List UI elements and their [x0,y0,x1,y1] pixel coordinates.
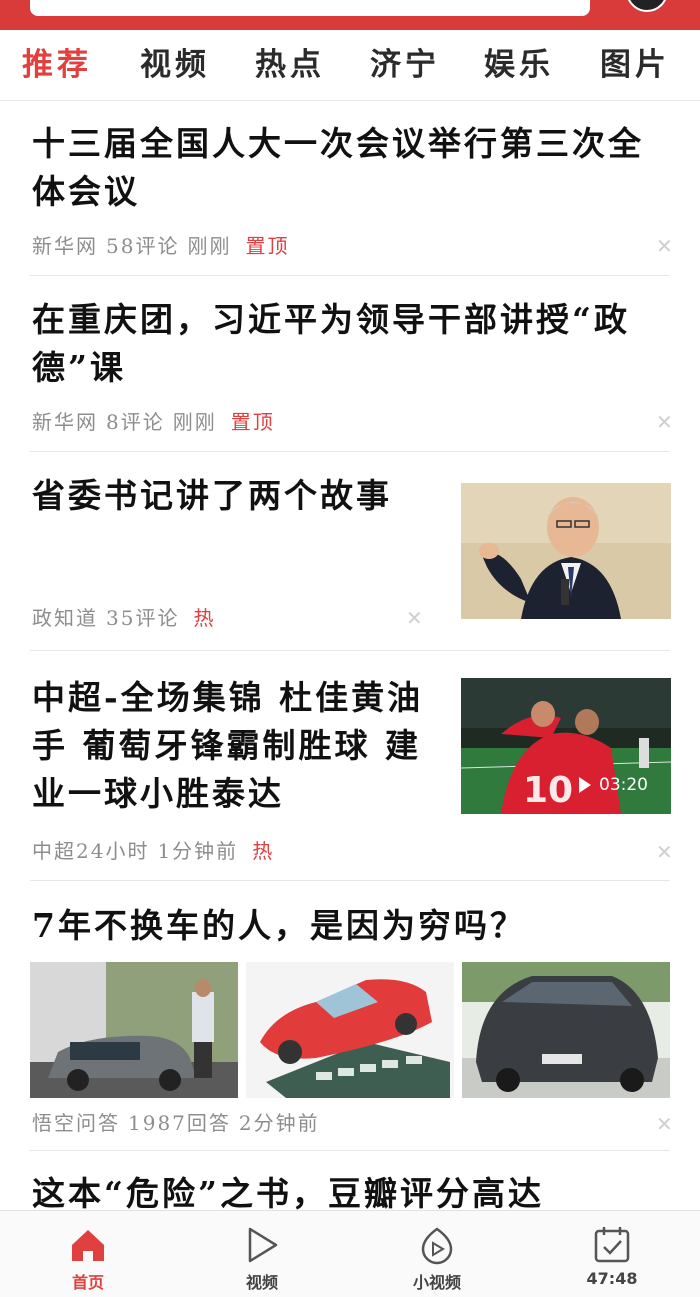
article-title[interactable]: 十三届全国人大一次会议举行第三次全体会议 [32,120,672,216]
nav-home[interactable]: 首页 [28,1211,148,1297]
article-source: 悟空问答 [32,1111,120,1135]
nav-label: 视频 [245,1273,278,1292]
article-meta: 新华网 8评论 刚刚 置顶 [32,409,283,435]
tab-video[interactable]: 视频 [140,45,210,85]
article-meta: 新华网 58评论 刚刚 置顶 [32,233,297,259]
hot-badge: 热 [193,606,216,630]
tab-recommend[interactable]: 推荐 [22,45,92,85]
article-image[interactable] [462,962,670,1098]
divider [30,650,670,651]
pinned-badge: 置顶 [245,234,290,258]
nav-small-video[interactable]: 小视频 [377,1211,497,1297]
article-comments: 58评论 [106,234,180,258]
tab-pictures[interactable]: 图片 [600,45,670,85]
dismiss-icon[interactable]: ✕ [656,236,673,256]
play-icon [248,1227,278,1263]
divider [30,880,670,881]
car-photo-3 [462,962,670,1098]
article-meta: 中超24小时 1分钟前热 [32,838,282,864]
car-photo-2 [246,962,454,1098]
article-time: 刚刚 [172,410,217,434]
official-photo [461,483,671,619]
article-meta: 悟空问答 1987回答 2分钟前 [32,1110,328,1136]
bottom-nav: 首页 视频 小视频 47:48 [0,1210,700,1297]
article-comments: 35评论 [106,606,180,630]
article-title[interactable]: 省委书记讲了两个故事 [32,472,432,520]
nav-label: 小视频 [412,1273,461,1292]
car-photo-1 [30,962,238,1098]
article-time: 1分钟前 [157,839,239,863]
dismiss-icon[interactable]: ✕ [656,1114,673,1134]
article-title[interactable]: 在重庆团，习近平为领导干部讲授“政德”课 [32,296,652,392]
tab-jining[interactable]: 济宁 [370,45,440,85]
task-icon [594,1227,630,1263]
nav-task[interactable]: 47:48 [552,1211,672,1297]
channel-tabs: 推荐 视频 热点 济宁 娱乐 图片 [0,30,700,101]
article-thumbnail[interactable] [461,483,671,619]
nav-label: 首页 [71,1273,104,1292]
article-title[interactable]: 中超-全场集锦 杜佳黄油手 葡萄牙锋霸制胜球 建业一球小胜泰达 [32,674,452,818]
article-source: 新华网 [32,410,98,434]
dismiss-icon[interactable]: ✕ [656,842,673,862]
tab-hot[interactable]: 热点 [255,45,325,85]
nav-label: 47:48 [586,1269,638,1288]
svg-text:10: 10 [523,770,573,811]
search-box[interactable] [30,0,590,16]
dismiss-icon[interactable]: ✕ [406,608,423,628]
article-source: 政知道 [32,606,98,630]
pinned-badge: 置顶 [230,410,275,434]
avatar[interactable] [626,0,668,12]
article-time: 刚刚 [187,234,232,258]
home-icon [72,1230,104,1261]
article-meta: 政知道 35评论热 [32,605,223,631]
article-source: 新华网 [32,234,98,258]
divider [30,451,670,452]
small-video-icon [421,1227,453,1265]
hot-badge: 热 [252,839,275,863]
play-icon [579,777,591,793]
divider [30,275,670,276]
article-answers: 1987回答 [128,1111,231,1135]
article-title[interactable]: 7年不换车的人，是因为穷吗？ [32,902,672,950]
top-bar [0,0,700,30]
tab-entertainment[interactable]: 娱乐 [484,45,554,85]
video-thumbnail[interactable]: 10 03:20 [461,678,671,814]
article-source: 中超24小时 [32,839,150,863]
article-image[interactable] [30,962,238,1098]
divider [30,1150,670,1151]
dismiss-icon[interactable]: ✕ [656,412,673,432]
article-image[interactable] [246,962,454,1098]
article-comments: 8评论 [106,410,165,434]
video-duration: 03:20 [599,775,648,795]
article-time: 2分钟前 [238,1111,320,1135]
nav-video[interactable]: 视频 [202,1211,322,1297]
